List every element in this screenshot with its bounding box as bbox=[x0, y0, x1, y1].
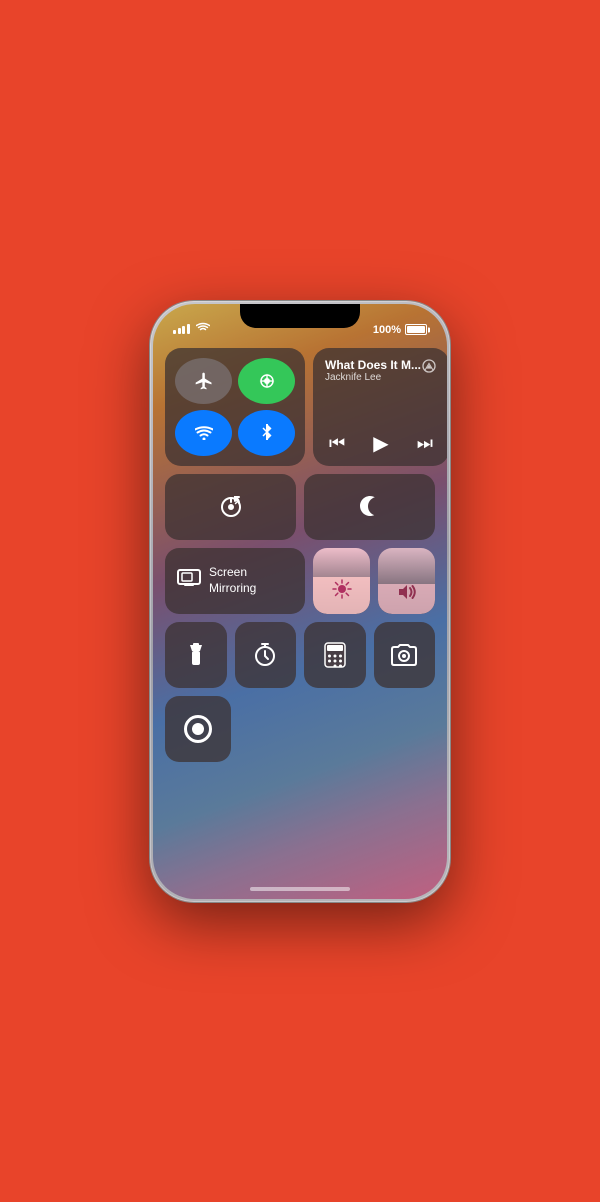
calculator-button[interactable] bbox=[304, 622, 366, 688]
camera-button[interactable] bbox=[374, 622, 436, 688]
rotation-lock-button[interactable] bbox=[165, 474, 296, 540]
now-playing-title: What Does It M... bbox=[325, 358, 421, 372]
now-playing-controls: ⏮ ▶ ⏭ bbox=[325, 431, 437, 456]
volume-icon bbox=[396, 583, 418, 604]
now-playing-header: What Does It M... Jacknife Lee bbox=[325, 358, 437, 383]
control-center: What Does It M... Jacknife Lee ⏮ bbox=[165, 348, 435, 869]
battery-percentage: 100% bbox=[373, 324, 401, 336]
signal-bar-4 bbox=[187, 324, 190, 334]
airplay-icon[interactable] bbox=[421, 358, 437, 377]
connectivity-box bbox=[165, 348, 305, 466]
screen-record-button[interactable] bbox=[165, 696, 231, 762]
record-dot bbox=[192, 723, 204, 735]
row-screen-record bbox=[165, 696, 435, 762]
volume-slider[interactable] bbox=[378, 548, 435, 614]
screen-mirroring-button[interactable]: ScreenMirroring bbox=[165, 548, 305, 614]
now-playing-info: What Does It M... Jacknife Lee bbox=[325, 358, 421, 383]
row-rotation-dnd bbox=[165, 474, 435, 540]
now-playing-artist: Jacknife Lee bbox=[325, 372, 421, 383]
phone-screen: 100% bbox=[153, 304, 447, 899]
record-circle bbox=[184, 715, 212, 743]
cellular-button[interactable] bbox=[238, 358, 295, 404]
row-mirroring-sliders: ScreenMirroring bbox=[165, 548, 435, 614]
row-connectivity-nowplaying: What Does It M... Jacknife Lee ⏮ bbox=[165, 348, 435, 466]
bluetooth-button[interactable] bbox=[238, 410, 295, 456]
phone-notch bbox=[240, 304, 360, 328]
signal-bar-3 bbox=[182, 326, 185, 334]
do-not-disturb-button[interactable] bbox=[304, 474, 435, 540]
screen-mirroring-label: ScreenMirroring bbox=[209, 565, 256, 596]
phone-frame: 100% bbox=[150, 301, 450, 902]
now-playing-box[interactable]: What Does It M... Jacknife Lee ⏮ bbox=[313, 348, 447, 466]
signal-bar-1 bbox=[173, 330, 176, 334]
row-small-controls bbox=[165, 622, 435, 688]
home-indicator[interactable] bbox=[250, 887, 350, 891]
timer-button[interactable] bbox=[235, 622, 297, 688]
previous-button[interactable]: ⏮ bbox=[329, 433, 345, 454]
screen-mirroring-icon bbox=[177, 569, 201, 592]
status-right: 100% bbox=[373, 324, 427, 336]
battery-icon bbox=[405, 324, 427, 335]
brightness-icon bbox=[332, 579, 352, 604]
flashlight-button[interactable] bbox=[165, 622, 227, 688]
next-button[interactable]: ⏭ bbox=[417, 433, 433, 454]
signal-bar-2 bbox=[178, 328, 181, 334]
play-button[interactable]: ▶ bbox=[373, 431, 388, 456]
airplane-mode-button[interactable] bbox=[175, 358, 232, 404]
battery-fill bbox=[407, 326, 425, 333]
status-left bbox=[173, 322, 210, 336]
brightness-slider[interactable] bbox=[313, 548, 370, 614]
wifi-status-icon bbox=[196, 322, 210, 336]
signal-bars bbox=[173, 324, 190, 334]
wifi-button[interactable] bbox=[175, 410, 232, 456]
